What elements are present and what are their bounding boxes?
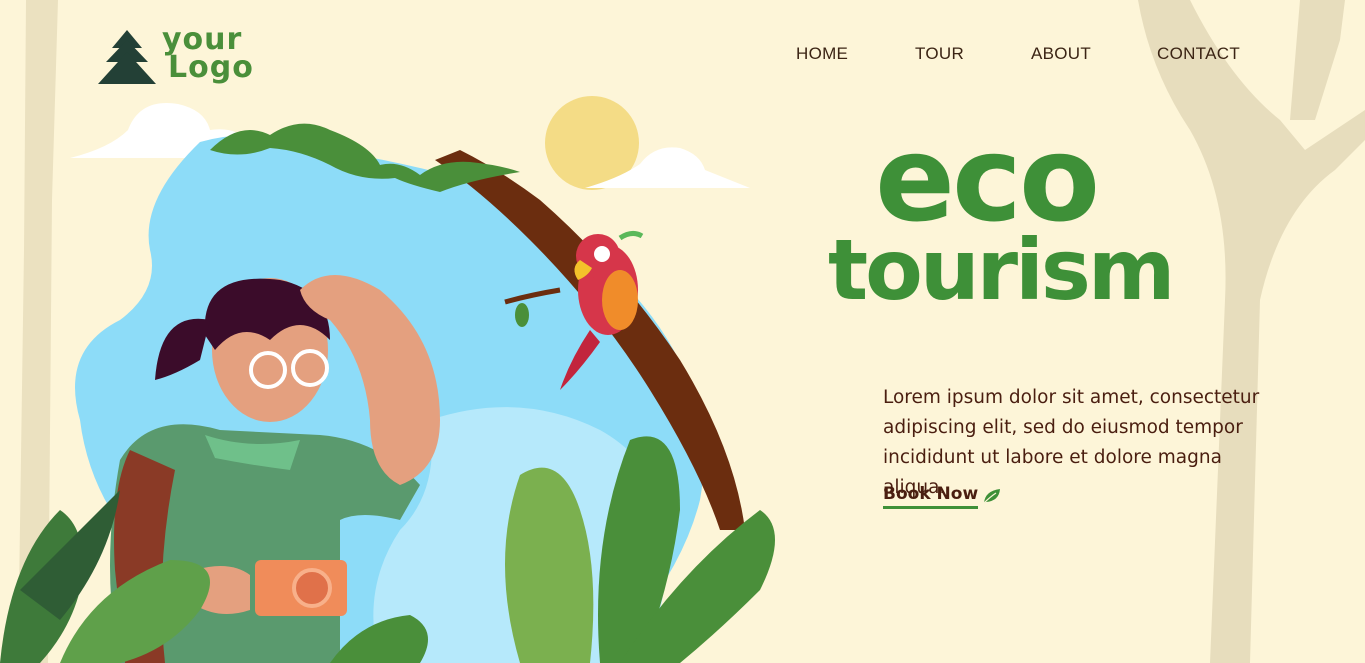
book-now-label: Book Now — [883, 484, 979, 509]
book-now-link[interactable]: Book Now — [883, 483, 1002, 509]
nav-contact-link[interactable]: CONTACT — [1157, 44, 1240, 64]
background-tree-right — [1138, 0, 1365, 663]
nav-tour-link[interactable]: TOUR — [915, 44, 964, 64]
hero-title: eco tourism — [820, 120, 1220, 330]
hero-illustration — [0, 96, 775, 663]
nav-home-link[interactable]: HOME — [796, 44, 848, 64]
leaf-icon — [983, 489, 1001, 504]
nav-about-link[interactable]: ABOUT — [1031, 44, 1091, 64]
main-nav: HOME TOUR ABOUT CONTACT — [0, 44, 1365, 68]
hero-title-line-2: tourism — [828, 221, 1175, 319]
